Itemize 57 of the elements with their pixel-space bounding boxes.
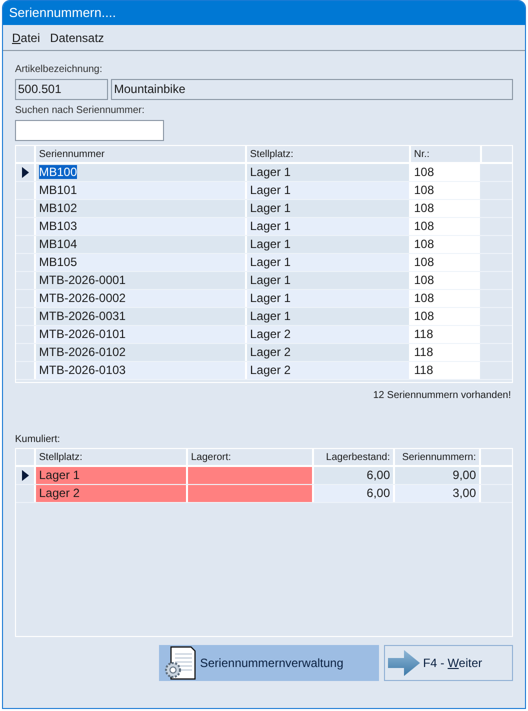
document-gear-icon [163, 646, 197, 680]
table-cell: Lager 1 [247, 182, 411, 199]
column-header: Stellplatz: [36, 449, 188, 465]
table-cell: MB101 [39, 183, 78, 197]
menu-item[interactable]: Datensatz [50, 28, 104, 46]
table-cell: Lager 1 [247, 290, 411, 307]
table-cell: MTB-2026-0002 [39, 291, 126, 305]
article-name-field: Mountainbike [111, 79, 513, 100]
count-text: 12 Seriennummern vorhanden! [373, 389, 511, 403]
table-cell: MTB-2026-0031 [39, 309, 126, 323]
table-cell: Lager 1 [247, 218, 411, 235]
table-cell: 6,00 [314, 485, 395, 502]
table-cell: 108 [411, 254, 480, 271]
table-cell: 108 [411, 236, 480, 253]
table-cell: 108 [411, 308, 480, 325]
column-header: Lagerbestand: [314, 449, 395, 465]
right-arrow-icon [388, 650, 420, 676]
window-title: Seriennummern.... [9, 4, 116, 22]
field-label: Suchen nach Seriennummer: [15, 104, 146, 118]
table-cell: 108 [411, 290, 480, 307]
column-header: Seriennummer [36, 146, 247, 162]
table-cell: 108 [411, 182, 480, 199]
section-label: Kumuliert: [15, 433, 62, 447]
table-cell: MTB-2026-0103 [39, 363, 126, 377]
table-cell: 108 [411, 200, 480, 217]
table-cell: Lager 1 [36, 467, 188, 484]
table-cell: 108 [411, 164, 480, 181]
column-header: Seriennummern: [395, 449, 481, 465]
table-cell: 108 [411, 218, 480, 235]
row-pointer-icon [22, 167, 28, 178]
field-label: Artikelbezeichnung: [15, 63, 104, 77]
row-pointer-icon [22, 470, 28, 481]
search-field[interactable] [15, 120, 164, 141]
column-header: Stellplatz: [247, 146, 411, 162]
table-cell: MB104 [39, 237, 78, 251]
table-cell: 118 [411, 362, 480, 379]
column-header: Lagerort: [188, 449, 314, 465]
table-cell: Lager 2 [247, 326, 411, 343]
table-cell: 118 [411, 326, 480, 343]
table-cell: Lager 1 [247, 254, 411, 271]
table-cell: MTB-2026-0101 [39, 327, 126, 341]
table-cell: 3,00 [395, 485, 481, 502]
table-cell: 118 [411, 344, 480, 361]
table-cell: MTB-2026-0102 [39, 345, 126, 359]
table-cell: Lager 2 [247, 362, 411, 379]
table-cell: MB102 [39, 201, 78, 215]
article-number-field: 500.501 [15, 79, 108, 100]
column-header: Nr.: [411, 146, 482, 162]
table-cell: MB103 [39, 219, 78, 233]
table-cell: MB100 [39, 165, 78, 179]
table-cell: 108 [411, 272, 480, 289]
menu-item[interactable]: Datei [12, 28, 40, 46]
table-cell: Lager 2 [36, 485, 188, 502]
table-cell: MB105 [39, 255, 78, 269]
table-cell: MTB-2026-0001 [39, 273, 126, 287]
next-button[interactable]: F4 - Weiter [384, 645, 513, 681]
manage-button[interactable]: Seriennummernverwaltung [159, 645, 379, 681]
